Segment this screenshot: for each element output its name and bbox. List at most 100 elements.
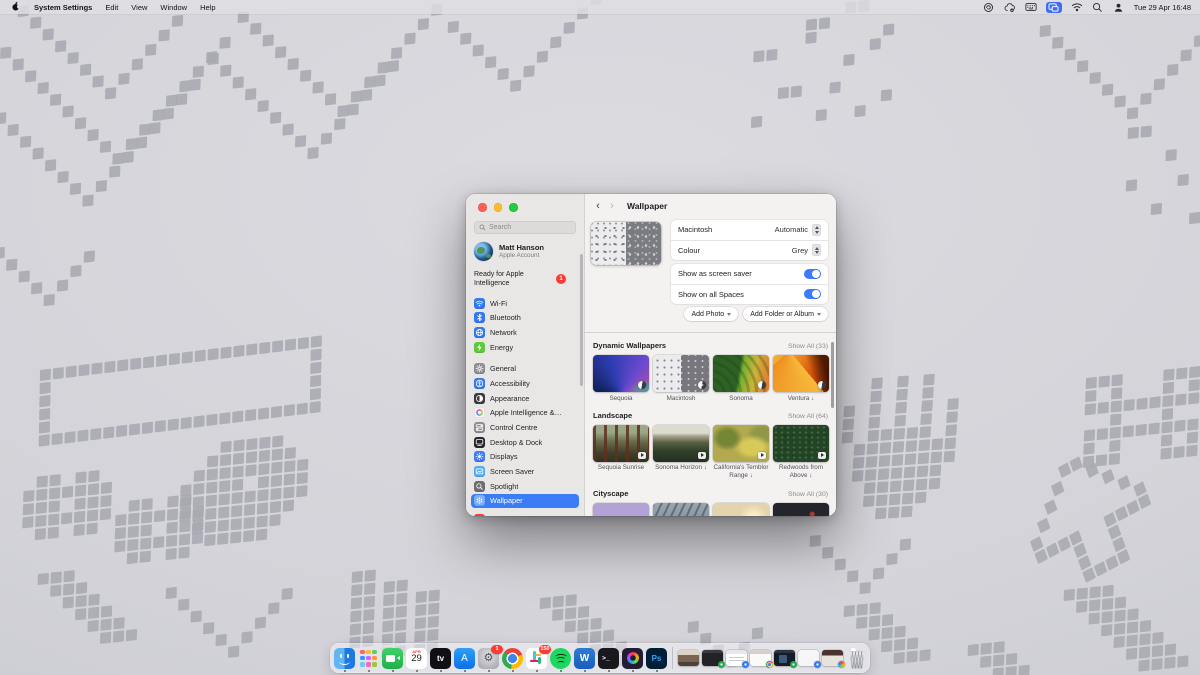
forward-button[interactable]: ›	[607, 201, 617, 212]
current-wallpaper-preview[interactable]	[591, 222, 661, 265]
dock-terminal-icon[interactable]: >_	[598, 648, 619, 669]
show-all-link[interactable]: Show All (64)	[788, 413, 828, 420]
wallpaper-cell: Sonoma	[713, 355, 769, 403]
running-indicator	[656, 670, 658, 672]
dock-word-icon[interactable]: W	[574, 648, 595, 669]
wallpaper-thumb-city-4[interactable]	[773, 503, 829, 516]
sidebar-item-apple-intelligence[interactable]: Apple Intelligence &…	[471, 406, 579, 421]
screen-mirroring-icon[interactable]	[1046, 2, 1062, 13]
screen-saver-toggle[interactable]	[804, 269, 821, 279]
spotlight-icon[interactable]	[1092, 1, 1104, 13]
sidebar-item-displays[interactable]: Displays	[471, 450, 579, 465]
running-indicator	[512, 670, 514, 672]
minimized-window-1[interactable]	[678, 650, 699, 667]
app-badge-icon	[718, 661, 726, 669]
sidebar-items: Wi-FiBluetoothNetworkEnergy GeneralAccess…	[466, 288, 584, 509]
cloud-sync-icon[interactable]	[1004, 1, 1016, 13]
wallpaper-thumb-city-3[interactable]	[713, 503, 769, 516]
sidebar-item-screen-saver[interactable]: Screen Saver	[471, 464, 579, 479]
search-input[interactable]: Search	[474, 221, 576, 234]
wallpaper-name-row: Macintosh Automatic	[671, 220, 828, 240]
sidebar-item-spotlight[interactable]: Spotlight	[471, 479, 579, 494]
dock-photoshop-icon[interactable]: Ps	[646, 648, 667, 669]
dock-creative-cloud-icon[interactable]	[622, 648, 643, 669]
wallpaper-thumb-sonoma[interactable]	[713, 355, 769, 392]
zoom-button[interactable]	[509, 203, 518, 212]
sidebar-scrollbar[interactable]	[580, 254, 583, 386]
sidebar-item-accessibility[interactable]: Accessibility	[471, 376, 579, 391]
sidebar-item-desktop-dock[interactable]: Desktop & Dock	[471, 435, 579, 450]
dock-spotify-icon[interactable]	[550, 648, 571, 669]
colour-dropdown[interactable]	[812, 244, 821, 256]
dock-appstore-icon[interactable]: A	[454, 648, 475, 669]
displays-icon	[474, 451, 485, 462]
trash-icon[interactable]	[848, 648, 866, 669]
assistant-icon[interactable]	[983, 1, 995, 13]
sidebar-item-partial[interactable]	[471, 512, 579, 516]
menu-item-help[interactable]: Help	[200, 3, 215, 12]
wallpaper-cell	[653, 503, 709, 516]
show-all-link[interactable]: Show All (30)	[788, 491, 828, 498]
chevron-down-icon	[727, 313, 731, 316]
style-dropdown[interactable]	[812, 224, 821, 236]
minimize-button[interactable]	[494, 203, 503, 212]
minimized-window-7[interactable]	[822, 650, 843, 667]
back-button[interactable]: ‹	[593, 201, 603, 212]
sidebar-item-bluetooth[interactable]: Bluetooth	[471, 310, 579, 325]
content-scrollbar[interactable]	[831, 342, 834, 408]
sidebar-item-control-centre[interactable]: Control Centre	[471, 420, 579, 435]
dock-launchpad-icon[interactable]	[358, 648, 379, 669]
wallpaper-thumb-redwoods[interactable]	[773, 425, 829, 462]
sidebar-item-label: Wallpaper	[490, 496, 523, 505]
wallpaper-thumb-city-1[interactable]	[593, 503, 649, 516]
show-all-link[interactable]: Show All (33)	[788, 343, 828, 350]
wallpaper-thumb-temblor[interactable]	[713, 425, 769, 462]
wallpaper-thumb-sonoma-horizon[interactable]	[653, 425, 709, 462]
minimized-window-2[interactable]	[702, 650, 723, 667]
menu-app-name[interactable]: System Settings	[34, 3, 92, 12]
wallpaper-thumb-sequoia-sunrise[interactable]	[593, 425, 649, 462]
user-icon[interactable]	[1113, 1, 1125, 13]
dock-facetime-icon[interactable]	[382, 648, 403, 669]
sidebar-item-general[interactable]: General	[471, 361, 579, 376]
desktop-dock-icon	[474, 437, 485, 448]
dock-finder-icon[interactable]	[334, 648, 355, 669]
apple-account-row[interactable]: Matt Hanson Apple Account	[466, 234, 584, 261]
sidebar-item-wifi[interactable]: Wi-Fi	[471, 296, 579, 311]
sidebar-item-label: Appearance	[490, 394, 529, 403]
dock-calendar-icon[interactable]: APR29	[406, 648, 427, 669]
add-folder-button[interactable]: Add Folder or Album	[743, 307, 828, 321]
keyboard-icon[interactable]	[1025, 1, 1037, 13]
apple-intelligence-banner[interactable]: Ready for Apple Intelligence 1	[466, 261, 584, 288]
sidebar-item-appearance[interactable]: Appearance	[471, 391, 579, 406]
sidebar-item-network[interactable]: Network	[471, 325, 579, 340]
menu-item-window[interactable]: Window	[160, 3, 187, 12]
running-indicator	[632, 670, 634, 672]
minimized-window-3[interactable]	[726, 650, 747, 667]
menu-clock[interactable]: Tue 29 Apr 16:48	[1134, 3, 1191, 12]
app-badge-icon	[742, 661, 750, 669]
all-spaces-toggle[interactable]	[804, 289, 821, 299]
add-photo-button[interactable]: Add Photo	[684, 307, 738, 321]
wallpaper-thumb-city-2[interactable]	[653, 503, 709, 516]
dock-settings-icon[interactable]: ⚙1	[478, 648, 499, 669]
sidebar-item-wallpaper[interactable]: Wallpaper	[471, 494, 579, 509]
menu-item-view[interactable]: View	[131, 3, 147, 12]
running-indicator	[368, 670, 370, 672]
wallpaper-thumb-ventura[interactable]	[773, 355, 829, 392]
network-icon	[474, 327, 485, 338]
apple-menu-icon[interactable]	[11, 1, 21, 14]
wallpaper-thumb-sequoia[interactable]	[593, 355, 649, 392]
dock-appletv-icon[interactable]: tv	[430, 648, 451, 669]
wallpaper-thumb-macintosh[interactable]	[653, 355, 709, 392]
minimized-window-6[interactable]	[798, 650, 819, 667]
section-title: Cityscape	[593, 489, 628, 498]
wifi-icon[interactable]	[1071, 1, 1083, 13]
dock-chrome-icon[interactable]	[502, 648, 523, 669]
minimized-window-4[interactable]	[750, 650, 771, 667]
menu-item-edit[interactable]: Edit	[105, 3, 118, 12]
close-button[interactable]	[478, 203, 487, 212]
sidebar-item-energy[interactable]: Energy	[471, 340, 579, 355]
dock-slack-icon[interactable]: 150	[526, 648, 547, 669]
minimized-window-5[interactable]	[774, 650, 795, 667]
